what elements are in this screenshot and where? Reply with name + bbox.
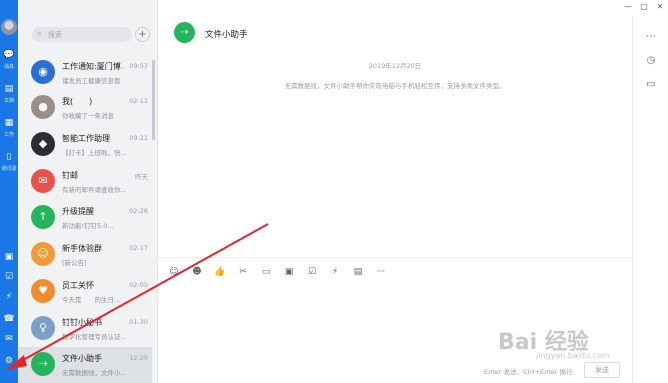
contacts-icon[interactable]: ▯	[2, 152, 16, 162]
baidu-watermark-url: jingyan.baidu.com	[536, 351, 610, 360]
add-button[interactable]: +	[135, 27, 150, 42]
nav-label-work: 工作	[3, 132, 14, 138]
conversation-avatar: ♀	[31, 316, 55, 340]
conversation-time: 02-11	[129, 97, 148, 105]
conversation-avatar: ⇢	[31, 352, 55, 376]
more-icon[interactable]: ···	[373, 265, 389, 279]
conversation-title: 钉邮	[62, 171, 78, 180]
more-apps-icon[interactable]: ⚙	[2, 356, 16, 366]
user-avatar[interactable]	[1, 19, 17, 35]
maximize-icon[interactable]: ▢	[636, 0, 652, 14]
more-options-icon[interactable]: ⋯	[643, 30, 659, 44]
conversation-title: 升级提醒	[62, 207, 94, 216]
conversation-title: 新手体验群	[62, 244, 102, 253]
ding-icon[interactable]: ⚡	[2, 292, 16, 302]
conversation-preview: 新功能!钉钉5.0...	[62, 222, 114, 230]
conversation-title: 文件小助手	[62, 354, 102, 363]
search-placeholder: 搜索	[48, 31, 62, 39]
chat-title: 文件小助手	[205, 30, 248, 40]
conversation-preview: 今天是 的生日...	[62, 296, 121, 304]
message-card-icon[interactable]: ▤	[350, 265, 366, 279]
nav-label-contacts: 通讯录	[1, 166, 17, 172]
nav-label-docs: 文档	[3, 98, 14, 104]
list-scrollbar[interactable]	[152, 60, 155, 140]
phone-icon[interactable]: ☎	[2, 314, 16, 324]
conversation-avatar: ●	[31, 95, 55, 119]
conversation-item[interactable]: ☺ 新手体验群 02-17 [新公告]	[18, 237, 152, 273]
history-clock-icon[interactable]: ◷	[643, 54, 659, 68]
conversation-avatar: ↑	[31, 205, 55, 229]
window-controls: — ▢ ✕	[620, 0, 668, 14]
input-divider	[158, 257, 632, 258]
conversation-avatar: ✉	[31, 169, 55, 193]
calendar-icon[interactable]: ▣	[281, 265, 297, 279]
mail-icon[interactable]: ✉	[2, 334, 16, 344]
conversation-time: 02-26	[129, 207, 148, 215]
conversation-title: 智能工作助理	[62, 134, 110, 143]
conversation-avatar: ◆	[31, 132, 55, 156]
conversation-title: 员工关怀	[62, 281, 94, 290]
input-toolbar: ☺ ☻ 👍 ✂ ▭ ▣ ☑ ⚡ ▤ ···	[166, 265, 389, 279]
conversation-avatar: ☺	[31, 242, 55, 266]
conversation-title: 我( )	[62, 97, 93, 106]
ding-lightning-icon[interactable]: ⚡	[327, 265, 343, 279]
thumbs-up-icon[interactable]: 👍	[212, 265, 228, 279]
conversation-avatar: ◉	[31, 60, 55, 84]
emoji-icon[interactable]: ☺	[166, 265, 182, 279]
conversation-preview: [新公告]	[62, 259, 87, 267]
conversation-avatar: ♥	[31, 279, 55, 303]
task-check-icon[interactable]: ☑	[304, 265, 320, 279]
right-side-panel: ⋯ ◷ ▭	[632, 16, 668, 383]
minimize-icon[interactable]: —	[620, 0, 636, 14]
system-notice: 无需数据线，文件小助手帮你实现电脑与手机轻松互传，支持多类文件类型。	[284, 82, 506, 90]
doc-icon[interactable]: ▤	[2, 84, 16, 94]
app-window: 💬 消息 ▤ 文档 ▦ 工作 ▯ 通讯录 ▣ ☑ ⚡ ☎ ✉ ⚙ ⌕ 搜索 + …	[0, 0, 668, 383]
chat-date: 2019年12月20日	[368, 62, 422, 70]
conversation-item[interactable]: ♀ 钉钉小秘书 01-30 数字化管理专员认证...	[18, 311, 152, 347]
conversation-preview: 数字化管理专员认证...	[62, 333, 127, 341]
conversation-time: 12-20	[129, 354, 148, 362]
conversation-list: ⌕ 搜索 + ◉ 工作通知:厦门博... 09:57 诸发员工健康信息管 ● 我…	[18, 0, 158, 383]
conversation-time: 09:21	[129, 134, 148, 142]
conversation-time: 01-30	[129, 318, 148, 326]
files-folder-icon[interactable]: ▭	[643, 78, 659, 92]
file-transfer-icon: ⇢	[174, 22, 195, 43]
nav-label-messages: 消息	[3, 64, 14, 70]
todo-icon[interactable]: ☑	[2, 272, 16, 282]
search-box[interactable]: ⌕ 搜索	[32, 27, 132, 42]
left-nav-rail: 💬 消息 ▤ 文档 ▦ 工作 ▯ 通讯录 ▣ ☑ ⚡ ☎ ✉ ⚙	[0, 0, 18, 383]
conversation-item[interactable]: ↑ 升级提醒 02-26 新功能!钉钉5.0...	[18, 200, 152, 236]
conversation-time: 02-17	[129, 244, 148, 252]
send-hint: Enter 发送，Ctrl+Enter 换行	[484, 368, 573, 376]
conversation-item[interactable]: ● 我( ) 02-11 你收藏了一条消息	[18, 90, 152, 126]
screenshot-scissors-icon[interactable]: ✂	[235, 265, 251, 279]
conversation-time: 02-05	[129, 281, 148, 289]
conversation-item[interactable]: ♥ 员工关怀 02-05 今天是 的生日...	[18, 274, 152, 310]
conversation-preview: 有新的邮件请查收你...	[62, 186, 127, 194]
conversation-item[interactable]: ◆ 智能工作助理 09:21 【打卡】上班啦，快...	[18, 127, 152, 163]
conversation-preview: 你收藏了一条消息	[62, 112, 114, 120]
send-button[interactable]: 发送	[584, 362, 620, 378]
folder-icon[interactable]: ▭	[258, 265, 274, 279]
close-icon[interactable]: ✕	[652, 0, 668, 14]
work-grid-icon[interactable]: ▦	[2, 118, 16, 128]
conversation-title: 工作通知:厦门博...	[62, 62, 122, 71]
message-icon[interactable]: 💬	[2, 50, 16, 60]
calendar-icon[interactable]: ▣	[2, 252, 16, 262]
conversation-item-active[interactable]: ⇢ 文件小助手 12-20 无需数据线，文件小...	[18, 347, 152, 383]
conversation-item[interactable]: ◉ 工作通知:厦门博... 09:57 诸发员工健康信息管	[18, 55, 152, 91]
sticker-icon[interactable]: ☻	[189, 265, 205, 279]
conversation-preview: 【打卡】上班啦，快...	[62, 149, 127, 157]
search-icon: ⌕	[37, 29, 42, 38]
conversation-title: 钉钉小秘书	[62, 318, 102, 327]
conversation-item[interactable]: ✉ 钉邮 昨天 有新的邮件请查收你...	[18, 164, 152, 200]
conversation-preview: 无需数据线，文件小...	[62, 369, 127, 377]
conversation-time: 09:57	[129, 62, 148, 70]
conversation-preview: 诸发员工健康信息管	[62, 77, 121, 85]
conversation-time: 昨天	[135, 173, 148, 181]
